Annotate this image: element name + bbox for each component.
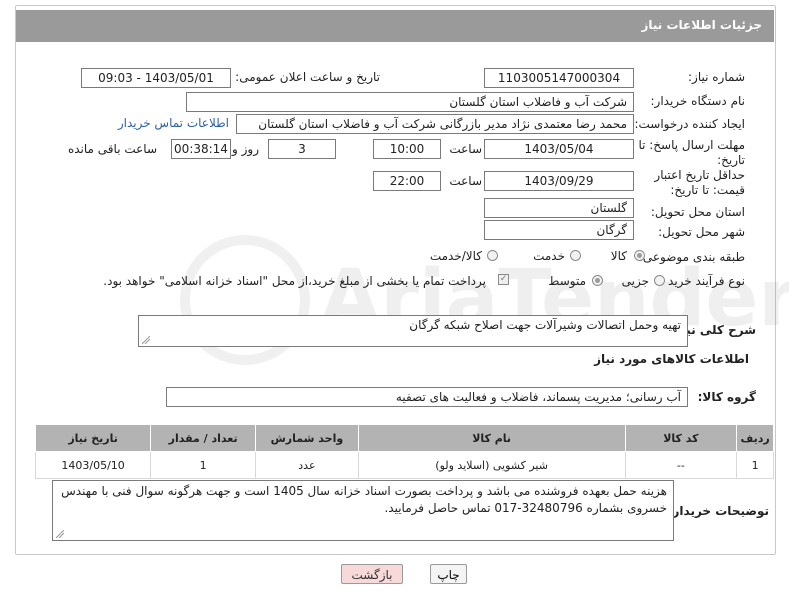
col-header-item-code: کد کالا [624,424,738,452]
category-option-goods: کالا [610,249,627,263]
price-deadline-label: حداقل تاریخ اعتبار قیمت: تا تاریخ: [654,168,745,197]
process-radio-medium[interactable] [592,275,603,286]
goods-table: ردیف کد کالا نام کالا واحد شمارش تعداد /… [34,424,774,479]
goods-info-title: اطلاعات کالاهای مورد نیاز [594,352,749,366]
cell-quantity: 1 [150,451,257,479]
process-option-medium: متوسط [548,274,586,288]
table-header-row: ردیف کد کالا نام کالا واحد شمارش تعداد /… [34,424,774,452]
resize-grip-icon[interactable] [56,530,64,538]
col-header-need-date: تاریخ نیاز [34,424,152,452]
city-field[interactable]: گرگان [484,220,634,240]
reply-time-field[interactable]: 10:00 [373,139,441,159]
buyer-org-label: نام دستگاه خریدار: [650,94,746,108]
col-header-item-name: نام کالا [357,424,626,452]
table-row[interactable]: 1 -- شیر کشویی (اسلاید ولو) عدد 1 1403/0… [34,451,774,479]
reply-time-label: ساعت [449,142,482,156]
category-label: طبقه بندی موضوعی: [638,250,745,264]
process-label: نوع فرآیند خرید : [660,274,745,288]
remaining-time-field[interactable]: 00:38:14 [171,139,231,159]
days-field[interactable]: 3 [268,139,336,159]
creator-label: ایجاد کننده درخواست: [634,117,745,131]
goods-group-label: گروه کالا: [697,390,756,404]
buyer-contact-link[interactable]: اطلاعات تماس خریدار [118,116,229,130]
payment-note: پرداخت تمام یا بخشی از مبلغ خرید،از محل … [103,274,486,288]
province-label: استان محل تحویل: [650,205,745,219]
price-date-field[interactable]: 1403/09/29 [484,171,634,191]
days-label: روز و [232,142,259,156]
need-number-field[interactable]: 1103005147000304 [484,68,634,88]
process-option-minor: جزیی [621,274,649,288]
resize-grip-icon[interactable] [142,336,150,344]
category-radio-both[interactable] [487,250,498,261]
price-time-label: ساعت [449,174,482,188]
category-radio-service[interactable] [570,250,581,261]
cell-unit: عدد [255,451,359,479]
panel-header: جزئیات اطلاعات نیاز [16,10,774,42]
col-header-row-number: ردیف [736,424,774,452]
category-radio-goods[interactable] [634,250,645,261]
buyer-notes-text: هزینه حمل بعهده فروشنده می باشد و پرداخت… [61,484,667,515]
buyer-org-field[interactable]: شرکت آب و فاضلاب استان گلستان [186,92,634,112]
buyer-notes-label: توضیحات خریدار: [667,504,769,518]
print-button[interactable]: چاپ [430,564,467,584]
payment-checkbox[interactable]: ✓ [498,274,509,285]
reply-date-field[interactable]: 1403/05/04 [484,139,634,159]
category-option-service: خدمت [533,249,565,263]
category-option-both: کالا/خدمت [429,249,482,263]
col-header-unit: واحد شمارش [255,424,359,452]
back-button[interactable]: بازگشت [341,564,403,584]
cell-item-code: -- [624,451,738,479]
cell-need-date: 1403/05/10 [34,451,152,479]
goods-group-field[interactable]: آب رسانی؛ مدیریت پسماند، فاضلاب و فعالیت… [166,387,688,407]
col-header-quantity: تعداد / مقدار [150,424,257,452]
province-field[interactable]: گلستان [484,198,634,218]
page-title: جزئیات اطلاعات نیاز [641,18,762,32]
process-radio-minor[interactable] [654,275,665,286]
need-number-label: شماره نیاز: [688,70,745,84]
cell-row-number: 1 [736,451,774,479]
description-field[interactable]: تهیه وحمل اتصالات وشیرآلات جهت اصلاح شبک… [138,315,688,347]
announce-field[interactable]: 1403/05/01 - 09:03 [81,68,231,88]
creator-field[interactable]: محمد رضا معتمدی نژاد مدیر بازرگانی شرکت … [236,114,634,134]
city-label: شهر محل تحویل: [658,225,745,239]
buyer-notes-field[interactable]: هزینه حمل بعهده فروشنده می باشد و پرداخت… [52,480,674,541]
price-time-field[interactable]: 22:00 [373,171,441,191]
description-text: تهیه وحمل اتصالات وشیرآلات جهت اصلاح شبک… [409,318,681,332]
cell-item-name: شیر کشویی (اسلاید ولو) [357,451,626,479]
reply-deadline-label: مهلت ارسال پاسخ: تا تاریخ: [638,138,745,167]
remaining-label: ساعت باقی مانده [67,142,157,156]
announce-label: تاریخ و ساعت اعلان عمومی: [235,70,380,84]
